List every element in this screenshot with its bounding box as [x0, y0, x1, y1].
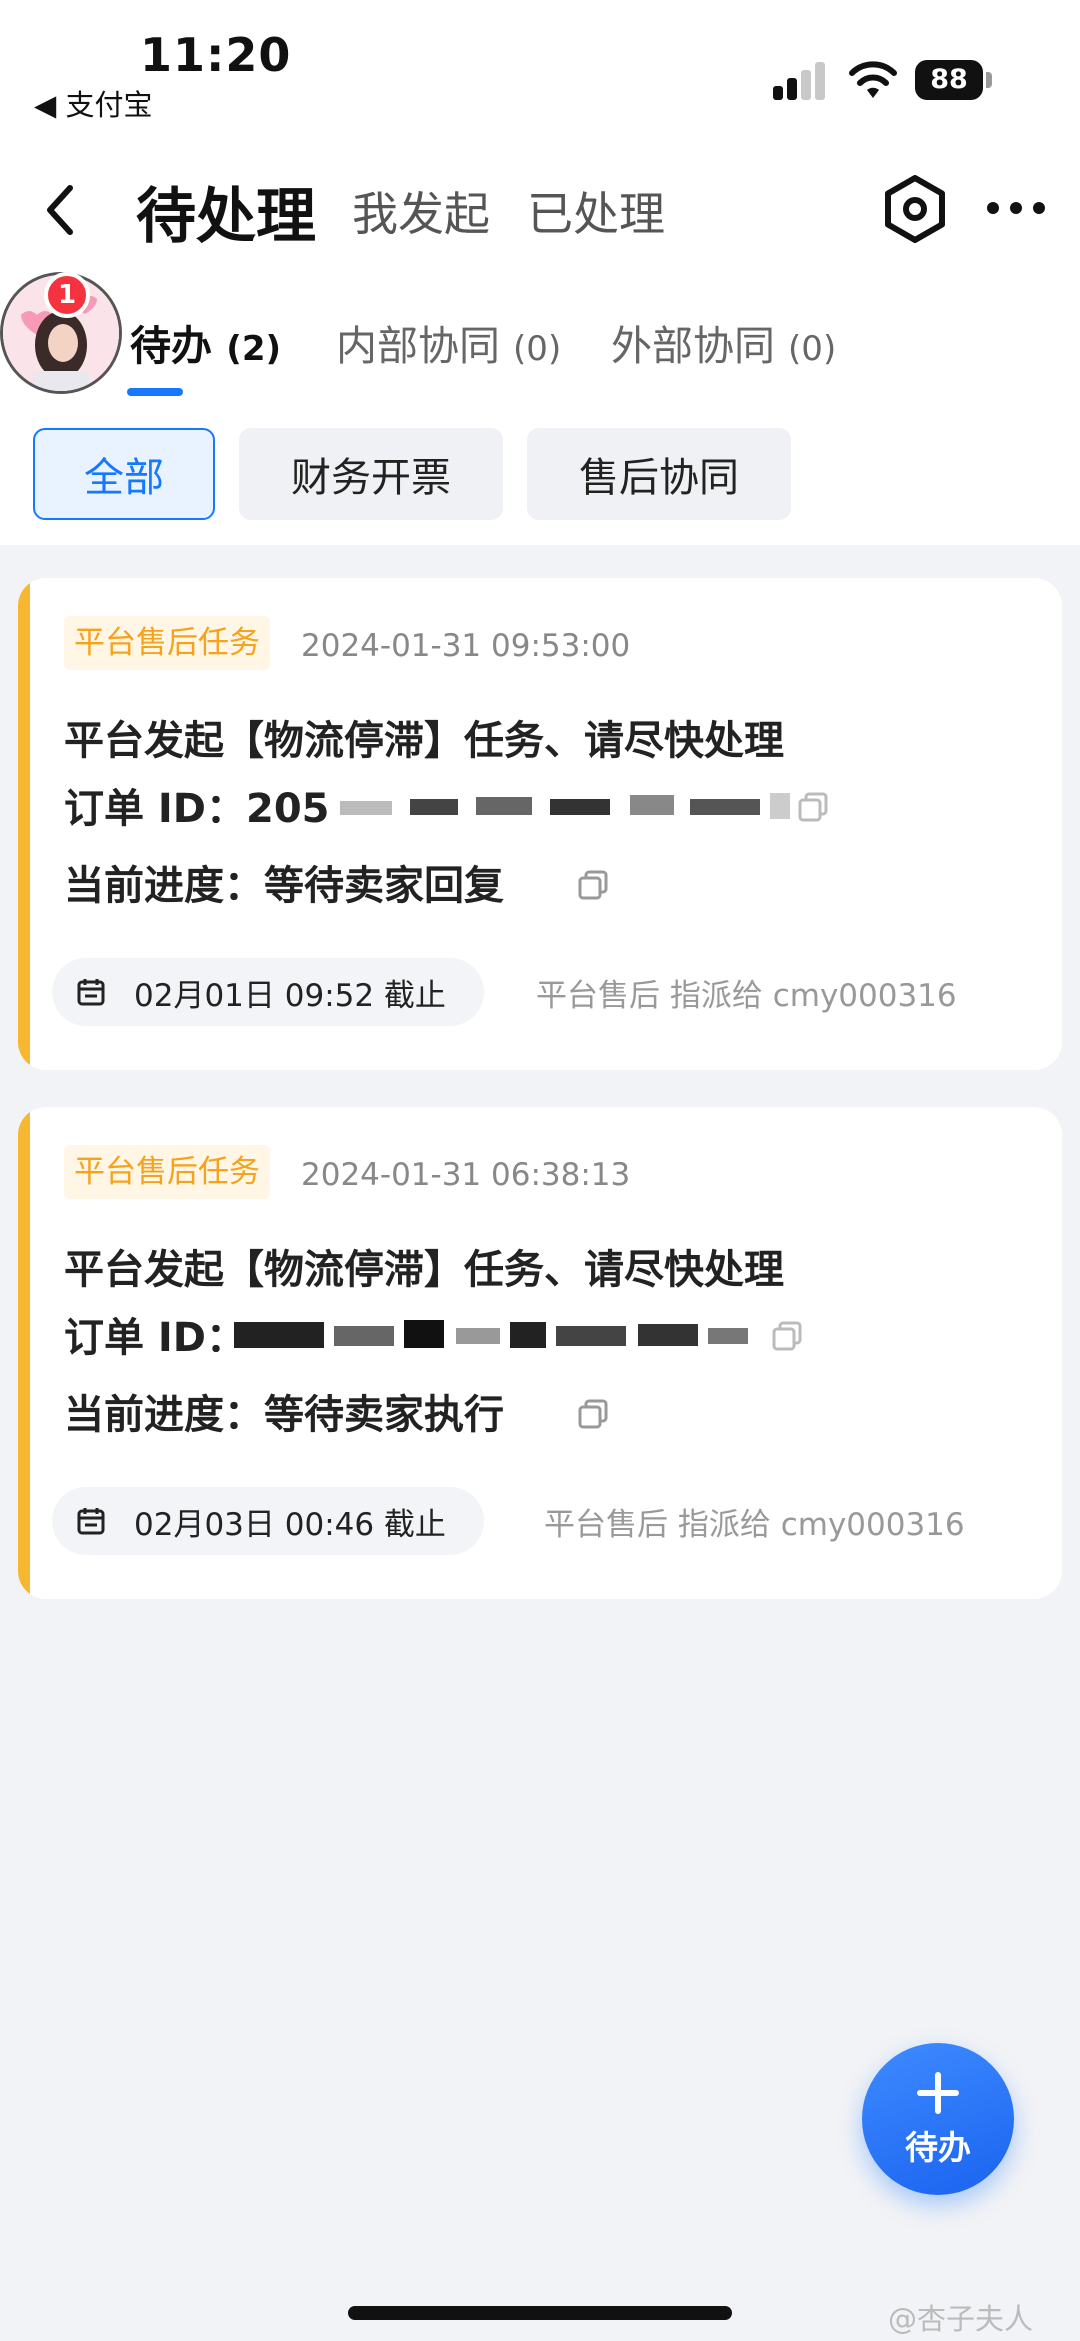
- subtab-count: (0): [788, 329, 837, 369]
- deadline-pill: 02月03日 00:46 截止: [52, 1487, 484, 1555]
- task-progress: 当前进度：等待卖家执行: [64, 1392, 504, 1438]
- wifi-icon: [849, 61, 897, 98]
- deadline-text: 02月03日 00:46 截止: [134, 1506, 446, 1543]
- more-icon[interactable]: [985, 196, 1047, 220]
- subtab-external[interactable]: 外部协同 (0): [611, 312, 836, 372]
- task-progress: 当前进度：等待卖家回复: [64, 863, 504, 909]
- order-id-value: 205: [246, 786, 330, 832]
- task-type-tag: 平台售后任务: [64, 1145, 270, 1199]
- task-card[interactable]: 平台售后任务 2024-01-31 09:53:00 平台发起【物流停滞】任务、…: [18, 578, 1062, 1070]
- calendar-icon: [77, 1508, 105, 1535]
- assignee-text: 平台售后 指派给 cmy000316: [536, 978, 957, 1014]
- card-accent-bar: [18, 578, 30, 1070]
- signal-icon: [773, 62, 833, 100]
- filter-invoicing[interactable]: 财务开票: [239, 428, 503, 520]
- copy-progress-icon[interactable]: [576, 868, 610, 902]
- home-indicator[interactable]: [348, 2306, 732, 2320]
- plus-icon: [917, 2072, 959, 2114]
- add-todo-button[interactable]: 待办: [862, 2043, 1014, 2195]
- order-id: 订单 ID：205: [64, 776, 330, 834]
- copy-progress-icon[interactable]: [576, 1397, 610, 1431]
- battery-tip: [986, 72, 992, 88]
- subtab-count: (2): [226, 329, 282, 369]
- filter-all[interactable]: 全部: [33, 428, 215, 520]
- deadline-text: 02月01日 09:52 截止: [134, 977, 446, 1014]
- task-type-tag: 平台售后任务: [64, 616, 270, 670]
- task-title: 平台发起【物流停滞】任务、请尽快处理: [64, 718, 784, 764]
- subtab-label: 外部协同: [611, 322, 775, 370]
- fab-label: 待办: [905, 2128, 971, 2167]
- redacted-mosaic: [234, 1312, 774, 1352]
- task-title: 平台发起【物流停滞】任务、请尽快处理: [64, 1247, 784, 1293]
- back-chevron-icon[interactable]: [38, 180, 84, 240]
- tab-processed[interactable]: 已处理: [527, 178, 665, 244]
- task-card[interactable]: 平台售后任务 2024-01-31 06:38:13 平台发起【物流停滞】任务、…: [18, 1107, 1062, 1599]
- order-id: 订单 ID：: [64, 1305, 246, 1363]
- task-created-time: 2024-01-31 06:38:13: [301, 1157, 631, 1193]
- task-created-time: 2024-01-31 09:53:00: [301, 628, 631, 664]
- tab-pending[interactable]: 待处理: [136, 168, 316, 255]
- copy-order-icon[interactable]: [770, 1319, 804, 1353]
- notification-badge: 1: [44, 272, 90, 318]
- deadline-pill: 02月01日 09:52 截止: [52, 958, 484, 1026]
- order-id-label: 订单 ID：: [64, 786, 247, 832]
- assignee-text: 平台售后 指派给 cmy000316: [544, 1507, 965, 1543]
- order-id-label: 订单 ID：: [64, 1315, 247, 1361]
- settings-icon[interactable]: [880, 174, 950, 244]
- subtab-count: (0): [513, 329, 562, 369]
- subtab-label: 待办: [130, 322, 212, 370]
- tab-initiated[interactable]: 我发起: [352, 178, 490, 244]
- subtab-label: 内部协同: [336, 322, 500, 370]
- status-time: 11:20: [140, 28, 292, 82]
- filter-aftersales[interactable]: 售后协同: [527, 428, 791, 520]
- back-to-app-link[interactable]: ◀ 支付宝: [34, 82, 153, 124]
- subtab-todo[interactable]: 待办 (2): [130, 312, 281, 372]
- calendar-icon: [77, 979, 105, 1006]
- watermark: @杏子夫人: [888, 2302, 1034, 2336]
- redacted-mosaic: [340, 783, 800, 823]
- active-tab-indicator: [127, 388, 183, 396]
- subtab-internal[interactable]: 内部协同 (0): [336, 312, 561, 372]
- card-accent-bar: [18, 1107, 30, 1599]
- battery-icon: 88: [915, 60, 983, 100]
- copy-order-icon[interactable]: [796, 790, 830, 824]
